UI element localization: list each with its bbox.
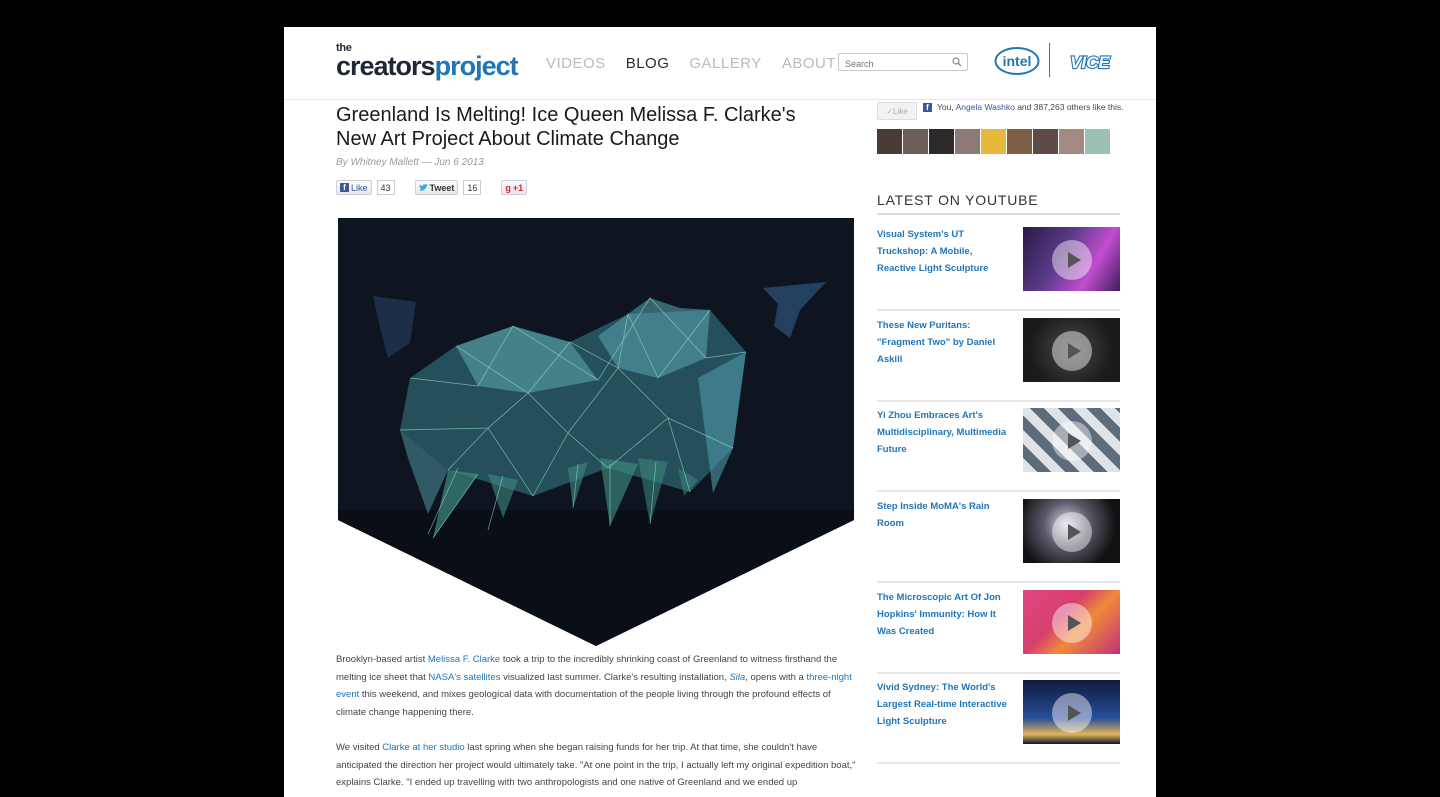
play-icon[interactable] bbox=[1052, 331, 1092, 371]
article-byline: By Whitney Mallett — Jun 6 2013 bbox=[336, 157, 484, 168]
facebook-icon: f bbox=[923, 103, 932, 112]
facebook-like-button[interactable]: f Like bbox=[336, 180, 372, 195]
play-icon[interactable] bbox=[1052, 421, 1092, 461]
play-icon[interactable] bbox=[1052, 512, 1092, 552]
text-span: visualized last summer. Clarke's resulti… bbox=[500, 671, 730, 683]
search-input[interactable] bbox=[845, 57, 945, 71]
intel-logo-text: intel bbox=[1003, 53, 1032, 69]
text-span: this weekend, and mixes geological data … bbox=[336, 689, 831, 719]
video-item: The Microscopic Art Of Jon Hopkins' Immu… bbox=[877, 584, 1120, 674]
avatar[interactable] bbox=[903, 129, 928, 154]
play-icon[interactable] bbox=[1052, 240, 1092, 280]
plus-one-label: +1 bbox=[512, 182, 524, 193]
facebook-like-count: 43 bbox=[376, 180, 395, 195]
search-icon[interactable] bbox=[952, 57, 962, 67]
facebook-like-summary: You, Angela Washko and 387,263 others li… bbox=[937, 102, 1127, 113]
video-item: These New Puritans: "Fragment Two" by Da… bbox=[877, 312, 1120, 402]
video-thumbnail[interactable] bbox=[1023, 227, 1120, 291]
avatar[interactable] bbox=[1085, 129, 1110, 154]
share-bar: f Like 43 Tweet 16 g +1 bbox=[336, 180, 528, 195]
avatar[interactable] bbox=[955, 129, 980, 154]
facebook-widget-like-label: Like bbox=[893, 106, 908, 116]
sidebar-divider bbox=[877, 213, 1120, 215]
video-title[interactable]: Vivid Sydney: The World's Largest Real-t… bbox=[877, 679, 1012, 730]
tweet-count: 16 bbox=[463, 180, 482, 195]
link-clarke-studio[interactable]: Clarke at her studio bbox=[382, 742, 464, 753]
avatar[interactable] bbox=[1033, 129, 1058, 154]
video-thumbnail[interactable] bbox=[1023, 590, 1120, 654]
link-nasa-satellites[interactable]: NASA's satellites bbox=[428, 672, 500, 683]
avatar[interactable] bbox=[877, 129, 902, 154]
video-item: Step Inside MoMA's Rain Room bbox=[877, 493, 1120, 583]
video-item: Yi Zhou Embraces Art's Multidisciplinary… bbox=[877, 402, 1120, 492]
facebook-widget-like-button[interactable]: ✓ Like bbox=[877, 102, 917, 120]
tweet-label: Tweet bbox=[429, 182, 455, 193]
google-icon: g bbox=[505, 182, 511, 193]
main-nav: VIDEOS BLOG GALLERY ABOUT bbox=[546, 55, 836, 72]
play-icon[interactable] bbox=[1052, 603, 1092, 643]
partner-divider bbox=[1049, 43, 1050, 77]
search-box bbox=[838, 53, 968, 71]
article-paragraph: We visited Clarke at her studio last spr… bbox=[336, 739, 856, 792]
play-icon[interactable] bbox=[1052, 693, 1092, 733]
intel-logo[interactable]: intel bbox=[994, 46, 1040, 76]
avatar[interactable] bbox=[981, 129, 1006, 154]
video-title[interactable]: Visual System's UT Truckshop: A Mobile, … bbox=[877, 226, 1012, 277]
text-span: Brooklyn-based artist bbox=[336, 654, 428, 665]
vice-logo[interactable]: VICE bbox=[1060, 50, 1120, 74]
avatar[interactable] bbox=[1059, 129, 1084, 154]
text-span: and 387,263 others like this. bbox=[1014, 102, 1124, 112]
avatar[interactable] bbox=[1007, 129, 1032, 154]
avatar[interactable] bbox=[929, 129, 954, 154]
site-header: the creatorsproject VIDEOS BLOG GALLERY … bbox=[284, 27, 1156, 100]
video-title[interactable]: These New Puritans: "Fragment Two" by Da… bbox=[877, 317, 1012, 368]
sidebar-title: LATEST ON YOUTUBE bbox=[877, 192, 1039, 208]
text-span: You, bbox=[937, 102, 956, 112]
link-friend-profile[interactable]: Angela Washko bbox=[956, 102, 1015, 112]
text-span: , opens with a bbox=[745, 671, 807, 683]
video-title[interactable]: The Microscopic Art Of Jon Hopkins' Immu… bbox=[877, 589, 1012, 640]
nav-about[interactable]: ABOUT bbox=[782, 55, 836, 72]
creators-project-logo[interactable]: the creatorsproject bbox=[336, 43, 519, 81]
video-thumbnail[interactable] bbox=[1023, 318, 1120, 382]
hero-image bbox=[338, 218, 854, 646]
google-plus-one-button[interactable]: g +1 bbox=[501, 180, 528, 195]
video-item: Vivid Sydney: The World's Largest Real-t… bbox=[877, 674, 1120, 764]
video-title[interactable]: Yi Zhou Embraces Art's Multidisciplinary… bbox=[877, 407, 1012, 458]
logo-main-text: creators bbox=[336, 51, 436, 81]
article-paragraph: Brooklyn-based artist Melissa F. Clarke … bbox=[336, 651, 856, 722]
article-body: Brooklyn-based artist Melissa F. Clarke … bbox=[336, 651, 856, 797]
facebook-like-label: Like bbox=[351, 182, 368, 193]
video-thumbnail[interactable] bbox=[1023, 499, 1120, 563]
text-span: We visited bbox=[336, 741, 383, 753]
video-item: Visual System's UT Truckshop: A Mobile, … bbox=[877, 221, 1120, 311]
article-title: Greenland Is Melting! Ice Queen Melissa … bbox=[336, 104, 796, 150]
vice-logo-text: VICE bbox=[1070, 53, 1110, 72]
facebook-icon: f bbox=[340, 183, 349, 192]
tweet-button[interactable]: Tweet bbox=[414, 180, 459, 195]
video-thumbnail[interactable] bbox=[1023, 408, 1120, 472]
nav-blog[interactable]: BLOG bbox=[626, 55, 670, 72]
link-sila[interactable]: Sila bbox=[729, 672, 745, 683]
page: the creatorsproject VIDEOS BLOG GALLERY … bbox=[284, 27, 1156, 797]
logo-accent-text: project bbox=[434, 51, 519, 81]
nav-videos[interactable]: VIDEOS bbox=[546, 55, 606, 72]
link-melissa-clarke[interactable]: Melissa F. Clarke bbox=[428, 654, 500, 665]
nav-gallery[interactable]: GALLERY bbox=[689, 55, 761, 72]
video-thumbnail[interactable] bbox=[1023, 680, 1120, 744]
video-title[interactable]: Step Inside MoMA's Rain Room bbox=[877, 498, 1012, 532]
friend-faces bbox=[877, 129, 1110, 154]
twitter-bird-icon bbox=[418, 183, 428, 191]
